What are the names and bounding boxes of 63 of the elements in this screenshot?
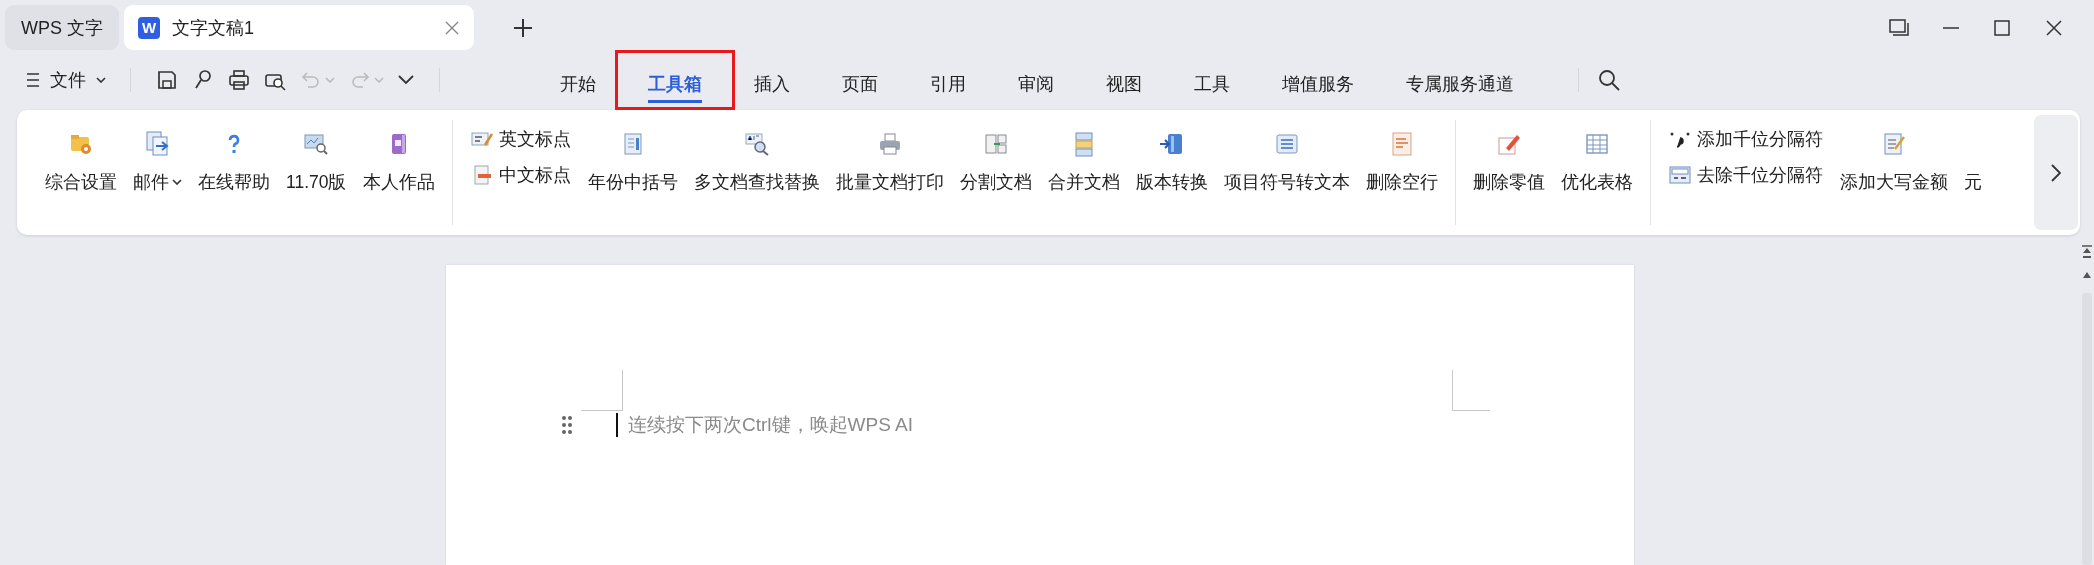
caret-icon [325,77,335,83]
ribbon-button[interactable]: 分割文档 [951,110,1040,235]
pencil-icon [1496,132,1521,156]
page-up-icon [2081,245,2093,259]
folder-gear-icon [69,132,93,156]
ribbon-button[interactable]: 项目符号转文本 [1215,110,1358,235]
printer-icon [228,69,250,91]
window-tab[interactable]: W 文字文稿1 [124,5,474,50]
menu-icon [26,72,40,88]
ribbon-button[interactable]: 版本转换 [1127,110,1216,235]
list-icon [1274,133,1299,155]
margin-mark [581,370,623,411]
ribbon-button[interactable]: 删除零值 [1464,110,1553,235]
caret-icon [96,77,106,83]
ribbon-button[interactable]: 元 [1955,110,1990,235]
document-icon [471,165,492,185]
printer-icon [877,132,902,156]
plus-icon [513,17,533,38]
document-icon [1390,131,1413,157]
undo-icon [300,69,322,91]
text-field[interactable]: 连续按下两次Ctrl键，唤起WPS AI [628,414,1128,436]
margin-mark [1452,370,1490,411]
ribbon-button[interactable]: 11.70版 [278,110,355,235]
maximize-icon [1993,18,2011,37]
magnifier-icon [743,132,770,156]
scroll-up-icon [2082,271,2092,279]
text-cursor [616,413,618,437]
document-split-icon [983,132,1008,156]
save-icon [156,69,178,91]
window-tab[interactable]: WPS 文字 [5,5,119,50]
notepad-wand-icon [1881,131,1906,157]
ribbon-button[interactable]: 去除千位分隔符 [1668,162,1823,188]
ribbon-button[interactable]: 中文标点 [470,162,571,188]
ribbon-button[interactable]: 优化表格 [1552,110,1641,235]
app-logo: W [138,16,160,39]
drag-handle-icon [562,416,572,434]
ribbon-button[interactable]: 年份中括号 [579,110,686,235]
caret-icon [374,77,384,83]
ribbon-button[interactable]: 合并文档 [1039,110,1128,235]
file-menu[interactable]: 文件 [20,64,112,96]
window-switch-icon [1889,18,1909,37]
ribbon-button[interactable]: 添加大写金额 [1831,110,1956,235]
ribbon-button[interactable]: 英文标点 [470,126,571,152]
ribbon-button[interactable]: 综合设置 [37,110,125,235]
pencil-text-icon [470,130,493,148]
ribbon-button[interactable]: 添加千位分隔符 [1668,126,1823,152]
ribbon-button[interactable]: 邮件 [125,110,190,235]
ribbon-button[interactable]: 本人作品 [354,110,443,235]
ribbon-button[interactable]: 删除空行 [1357,110,1446,235]
search-icon [1597,68,1621,92]
ribbon-button[interactable]: 批量文档打印 [827,110,952,235]
close-icon [444,19,460,36]
ribbon-button[interactable]: 多文档查找替换 [685,110,828,235]
ribbon-button[interactable]: 在线帮助 [190,110,278,235]
chevron-down-icon [398,75,414,85]
calculator-icon [1668,165,1691,185]
redo-icon [349,69,371,91]
table-icon [1584,133,1609,155]
monitor-magnifier-icon [303,132,330,156]
close-icon [2045,18,2063,37]
book-arrow-icon [1158,132,1185,156]
chevron-right-icon [2051,163,2061,182]
minimize-icon [1943,26,1959,29]
